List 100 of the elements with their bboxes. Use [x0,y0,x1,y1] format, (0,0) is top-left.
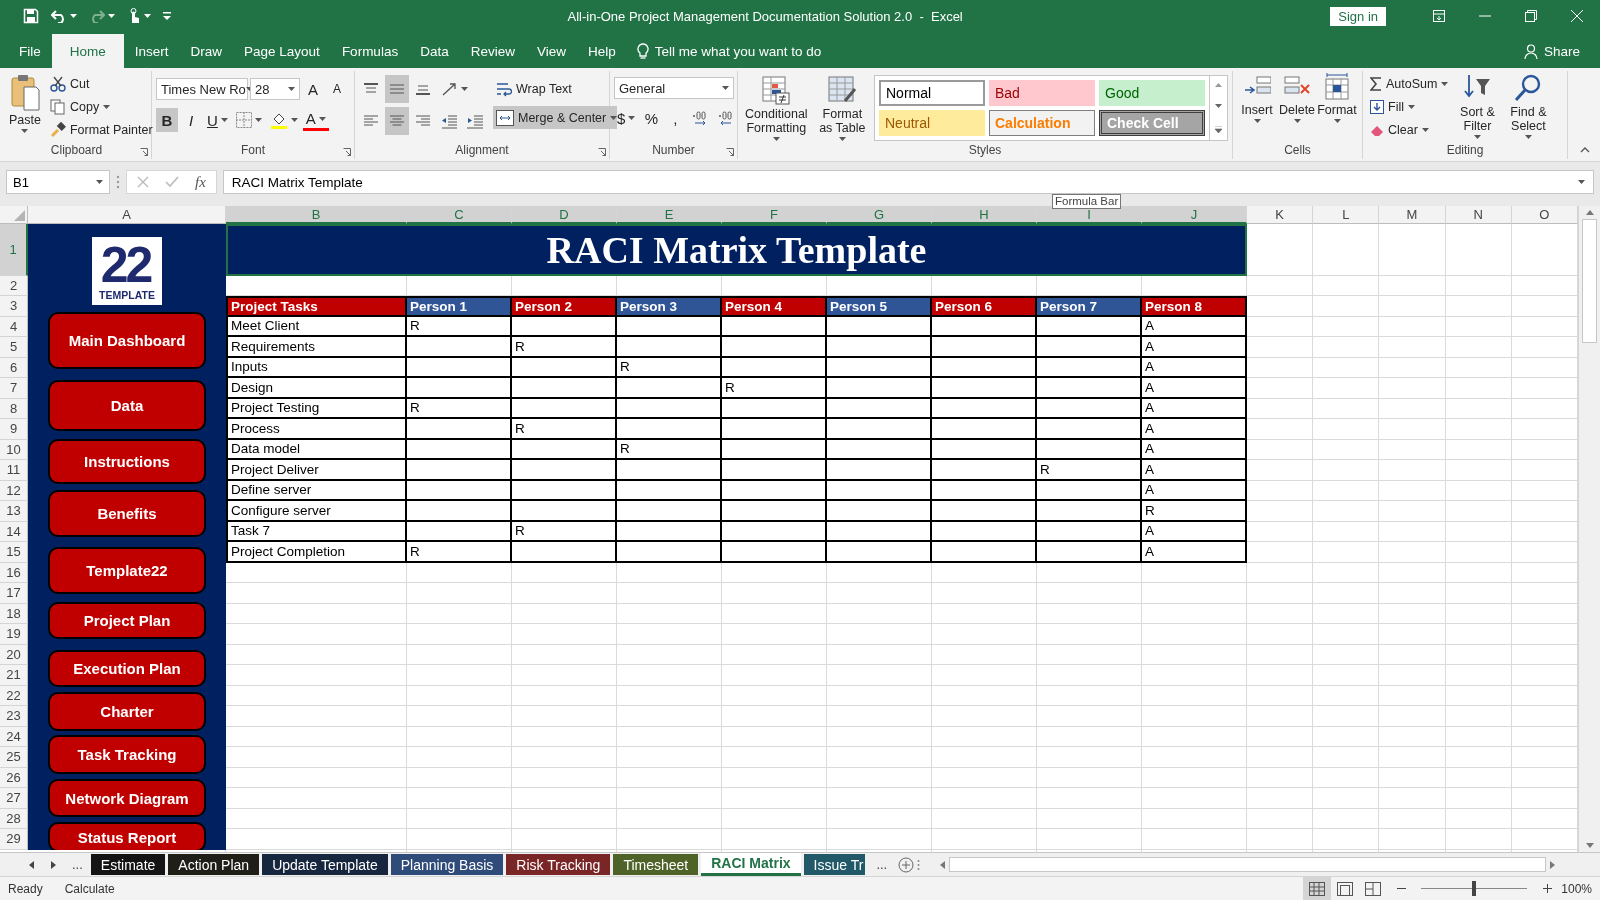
row-header[interactable]: 18 [0,603,28,624]
row-header[interactable]: 1 [0,224,28,276]
column-header[interactable]: A [28,206,226,224]
more-sheets-button[interactable]: ... [868,853,896,876]
row-header[interactable]: 28 [0,808,28,829]
clear-button[interactable]: Clear [1367,118,1452,141]
format-button[interactable]: Format [1317,71,1357,143]
sidebar-button[interactable]: Project Plan [48,602,206,639]
row-header[interactable]: 23 [0,706,28,727]
row-header[interactable]: 5 [0,337,28,358]
comma-button[interactable]: , [664,106,687,130]
font-color-button[interactable]: A [302,109,329,131]
row-header[interactable]: 13 [0,501,28,522]
formula-field[interactable]: RACI Matrix Template [222,170,1594,194]
row-header[interactable]: 17 [0,583,28,604]
row-header[interactable]: 14 [0,521,28,542]
row-header[interactable]: 3 [0,296,28,317]
row-header[interactable]: 2 [0,276,28,296]
row-header[interactable]: 21 [0,665,28,686]
insert-button[interactable]: Insert [1237,71,1277,143]
grow-font-button[interactable]: A [302,77,324,101]
sidebar-button[interactable]: Status Report [48,822,206,850]
ribbon-tab[interactable]: Review [459,34,526,68]
font-name-field[interactable]: Times New Ro [156,78,248,100]
sheet-tab[interactable]: Action Plan [168,854,260,875]
sign-in-button[interactable]: Sign in [1330,6,1386,26]
conditional-formatting-button[interactable]: Conditional Formatting [742,73,811,143]
cell-style-option[interactable]: Good [1099,80,1205,106]
row-header[interactable]: 7 [0,378,28,399]
column-header[interactable]: N [1445,206,1512,224]
ribbon-tab[interactable]: View [525,34,577,68]
row-header[interactable]: 20 [0,644,28,665]
column-header[interactable]: C [407,206,512,224]
underline-button[interactable]: U [204,108,231,132]
sidebar-button[interactable]: Main Dashboard [48,312,206,369]
format-as-table-button[interactable]: Format as Table [813,73,871,143]
column-header[interactable]: F [722,206,827,224]
row-header[interactable]: 15 [0,542,28,563]
sidebar-button[interactable]: Execution Plan [48,650,206,687]
column-header[interactable]: D [512,206,617,224]
ribbon-tab[interactable]: Draw [179,34,234,68]
sidebar-button[interactable]: Data [48,380,206,431]
font-size-field[interactable]: 28 [250,78,300,100]
column-header[interactable]: O [1511,206,1578,224]
paste-button[interactable]: Paste [6,71,44,143]
column-header[interactable]: E [617,206,722,224]
column-header[interactable]: M [1379,206,1446,224]
row-header[interactable]: 10 [0,439,28,460]
sidebar-button[interactable]: Template22 [48,547,206,594]
row-header[interactable]: 27 [0,788,28,809]
column-header[interactable]: J [1142,206,1247,224]
sheet-tab[interactable]: Issue Tr [803,854,866,875]
share-button[interactable]: Share [1513,34,1600,68]
row-header[interactable]: 22 [0,685,28,706]
row-header[interactable]: 11 [0,460,28,481]
row-header[interactable]: 12 [0,480,28,501]
merge-center-button[interactable]: Merge & Center [493,106,617,129]
cell-style-option[interactable]: Bad [989,80,1095,106]
row-header[interactable]: 29 [0,829,28,850]
column-header[interactable]: G [827,206,932,224]
ribbon-tab[interactable]: Formulas [330,34,410,68]
row-header[interactable]: 9 [0,419,28,440]
insert-function-button[interactable]: fx [195,173,206,191]
ribbon-tab[interactable]: Insert [123,34,180,68]
format-painter-button[interactable]: Format Painter [46,118,156,141]
ribbon-tab[interactable]: Data [409,34,460,68]
more-sheets-button[interactable]: ... [64,853,91,876]
row-header[interactable]: 6 [0,357,28,378]
sort-filter-button[interactable]: Sort & Filter [1454,71,1501,143]
shrink-font-button[interactable]: A [326,77,348,101]
wrap-text-button[interactable]: Wrap Text [493,77,617,100]
delete-button[interactable]: Delete [1277,71,1317,143]
column-header[interactable]: K [1247,206,1314,224]
sidebar-button[interactable]: Network Diagram [48,779,206,817]
sheet-tab[interactable]: Risk Tracking [506,854,611,875]
tell-me-search[interactable]: Tell me what you want to do [626,34,832,68]
bold-button[interactable]: B [156,108,178,132]
column-header[interactable]: B [226,206,407,224]
row-header[interactable]: 19 [0,624,28,645]
sheet-tab[interactable]: Update Template [262,854,388,875]
cut-button[interactable]: Cut [46,72,156,95]
ribbon-tab[interactable]: File [8,34,52,68]
row-header[interactable]: 24 [0,726,28,747]
sidebar-button[interactable]: Instructions [48,439,206,484]
column-header[interactable]: H [932,206,1037,224]
row-header[interactable]: 4 [0,316,28,337]
cell-style-option[interactable]: Neutral [879,110,985,136]
sheet-tab[interactable]: Planning Basis [390,854,504,875]
sidebar-button[interactable]: Charter [48,692,206,731]
percent-button[interactable]: % [640,106,663,130]
ribbon-tab[interactable]: Page Layout [233,34,331,68]
currency-button[interactable]: $ [614,106,639,130]
sidebar-button[interactable]: Task Tracking [48,735,206,774]
sheet-tab[interactable]: Timesheet [613,854,699,875]
ribbon-tab[interactable]: Home [51,34,124,68]
number-format-field[interactable]: General [614,77,734,99]
row-header[interactable]: 25 [0,747,28,768]
column-header[interactable]: L [1313,206,1380,224]
autosum-button[interactable]: AutoSum [1367,72,1452,95]
name-box[interactable]: B1 [6,170,110,194]
